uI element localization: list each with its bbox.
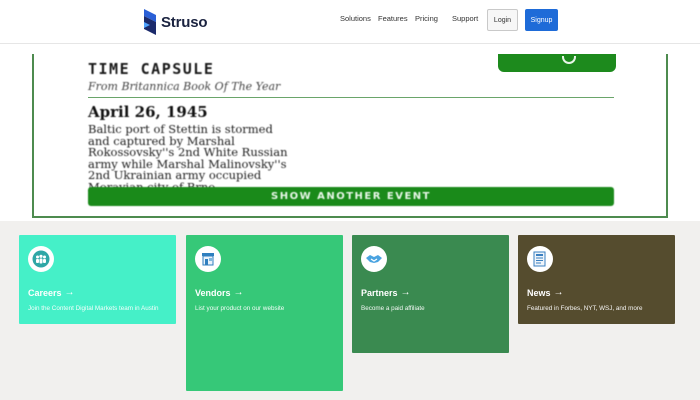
card-description: Become a paid affiliate [361, 305, 425, 312]
card-title[interactable]: Partners → [361, 287, 411, 298]
arrow-right-icon: → [233, 287, 244, 298]
handshake-icon [361, 246, 387, 272]
card-title[interactable]: News → [527, 287, 564, 298]
show-another-event-button[interactable]: SHOW ANOTHER EVENT [88, 187, 614, 206]
arrow-right-icon: → [553, 287, 564, 298]
newspaper-icon [527, 246, 553, 272]
signup-button[interactable]: Signup [525, 9, 558, 31]
time-capsule-tab [498, 54, 616, 72]
divider [88, 97, 614, 98]
card-title-text: Partners [361, 287, 398, 298]
login-button[interactable]: Login [487, 9, 518, 31]
arrow-right-icon: → [64, 287, 75, 298]
vendors-card[interactable]: Vendors → List your product on our websit… [186, 235, 343, 391]
time-capsule-subtitle: From Britannica Book Of The Year [88, 80, 281, 93]
event-date: April 26, 1945 [88, 103, 208, 121]
arrow-right-icon: → [400, 287, 411, 298]
card-description: Featured in Forbes, NYT, WSJ, and more [527, 305, 643, 312]
brand-name: Struso [161, 13, 208, 31]
card-description: List your product on our website [195, 305, 285, 312]
people-icon [28, 246, 54, 272]
careers-card[interactable]: Careers → Join the Content Digital Market… [19, 235, 176, 324]
partners-card[interactable]: Partners → Become a paid affiliate [352, 235, 509, 353]
card-title-text: News [527, 287, 551, 298]
card-title-text: Vendors [195, 287, 231, 298]
card-description: Join the Content Digital Markets team in… [28, 305, 159, 312]
brand-logo[interactable]: Struso [142, 8, 208, 36]
storefront-icon [195, 246, 221, 272]
card-title[interactable]: Careers → [28, 287, 75, 298]
top-navbar: Struso Solutions Features Pricing Suppor… [0, 0, 700, 44]
nav-solutions[interactable]: Solutions [340, 14, 371, 23]
nav-features[interactable]: Features [378, 14, 408, 23]
nav-support[interactable]: Support [452, 14, 478, 23]
time-capsule-title: TIME CAPSULE [88, 60, 215, 78]
struso-logo-icon [144, 9, 156, 35]
card-title-text: Careers [28, 287, 62, 298]
news-card[interactable]: News → Featured in Forbes, NYT, WSJ, and … [518, 235, 675, 324]
nav-pricing[interactable]: Pricing [415, 14, 438, 23]
event-description: Baltic port of Stettin is stormed and ca… [88, 123, 628, 193]
card-title[interactable]: Vendors → [195, 287, 244, 298]
